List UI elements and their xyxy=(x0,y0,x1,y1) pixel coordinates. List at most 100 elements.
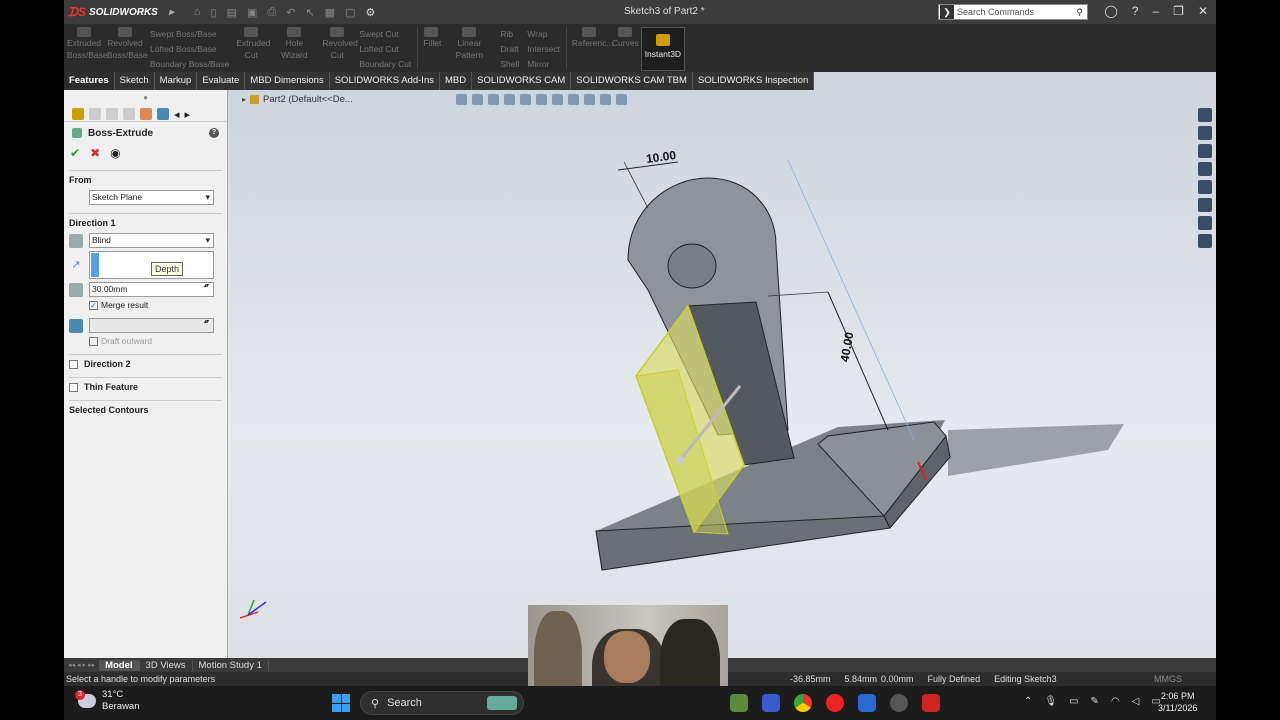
file-explorer-icon[interactable] xyxy=(1198,162,1212,176)
weather-widget[interactable]: 3 31°C Berawan xyxy=(75,689,140,713)
from-select[interactable]: Sketch Plane xyxy=(89,190,214,205)
help-icon[interactable]: ? xyxy=(1132,4,1139,18)
fillet-button[interactable]: Fillet xyxy=(420,27,442,49)
instant3d-button[interactable]: Instant3D xyxy=(640,27,685,71)
extruded-cut-button[interactable]: Extruded Cut xyxy=(233,27,270,61)
tab-mbd-dimensions[interactable]: MBD Dimensions xyxy=(245,72,330,90)
edit-appearance-icon[interactable] xyxy=(584,94,595,105)
view-orientation-icon[interactable] xyxy=(536,94,547,105)
revolved-boss-button[interactable]: Revolved Boss/Base xyxy=(104,27,148,61)
lofted-cut-button[interactable]: Lofted Cut xyxy=(359,42,411,57)
rebuild-icon[interactable]: ▦ xyxy=(325,6,335,19)
custom-properties-icon[interactable] xyxy=(1198,216,1212,230)
undo-icon[interactable]: ↶ xyxy=(286,6,295,19)
merge-result-checkbox[interactable]: ✓ Merge result xyxy=(89,300,222,310)
linear-pattern-button[interactable]: Linear Pattern xyxy=(442,27,496,61)
boundary-boss-button[interactable]: Boundary Boss/Base xyxy=(150,57,229,72)
tab-inspection[interactable]: SOLIDWORKS Inspection xyxy=(693,72,815,90)
boundary-cut-button[interactable]: Boundary Cut xyxy=(359,57,411,72)
revolved-cut-button[interactable]: Revolved Cut xyxy=(319,27,358,61)
hole-wizard-button[interactable]: Hole Wizard xyxy=(269,27,319,61)
tab-motion-study[interactable]: Motion Study 1 xyxy=(193,659,269,671)
direction-selection-box[interactable]: Depth xyxy=(89,251,214,279)
minimize-icon[interactable]: – xyxy=(1152,4,1159,18)
reverse-direction-icon[interactable] xyxy=(69,233,83,248)
configuration-tab-icon[interactable] xyxy=(106,107,118,120)
help-icon[interactable]: ? xyxy=(209,128,219,138)
menu-arrow-icon[interactable]: ▸ xyxy=(169,7,174,18)
feature-tree-tab-icon[interactable] xyxy=(72,107,84,120)
windows-start-icon[interactable] xyxy=(332,694,350,712)
rib-button[interactable]: Rib xyxy=(500,27,519,42)
solidworks-forum-icon[interactable] xyxy=(1198,234,1212,248)
media-player-icon[interactable] xyxy=(826,694,844,712)
tab-markup[interactable]: Markup xyxy=(155,72,198,90)
prev-tab-icon[interactable]: ◂ xyxy=(77,661,81,669)
thin-feature-toggle[interactable]: Thin Feature xyxy=(69,382,222,392)
depth-input[interactable]: 30.00mm xyxy=(89,282,214,297)
new-doc-icon[interactable]: ▯ xyxy=(211,6,217,19)
volume-icon[interactable]: ◁ xyxy=(1132,696,1140,707)
tab-model[interactable]: Model xyxy=(99,659,140,671)
selected-contours-label[interactable]: Selected Contours xyxy=(69,405,222,415)
display-manager-tab-icon[interactable] xyxy=(140,107,152,120)
arrow-right-icon[interactable]: ▸ xyxy=(185,108,191,121)
solidworks-logo[interactable]: ᗪS SOLIDWORKS ▸ xyxy=(68,5,174,20)
search-commands-input[interactable]: ❯ Search Commands ⚲ xyxy=(938,4,1088,20)
hide-show-icon[interactable] xyxy=(568,94,579,105)
cam-tab-icon[interactable] xyxy=(157,107,169,120)
draft-angle-input[interactable] xyxy=(89,318,214,333)
design-library-icon[interactable] xyxy=(1198,144,1212,158)
tab-3d-views[interactable]: 3D Views xyxy=(140,659,193,671)
arrow-left-icon[interactable]: ◂ xyxy=(174,108,180,121)
tab-mbd[interactable]: MBD xyxy=(440,72,473,90)
expand-arrow-icon[interactable]: ▸ xyxy=(242,95,246,104)
store-icon[interactable] xyxy=(762,694,780,712)
curves-button[interactable]: Curves xyxy=(609,27,641,49)
solidworks-taskbar-icon[interactable] xyxy=(922,694,940,712)
feature-tree-flyout[interactable]: ▸ Part2 (Default<<De... xyxy=(242,94,353,105)
mirror-button[interactable]: Mirror xyxy=(527,57,560,72)
property-manager-tab-icon[interactable] xyxy=(89,107,101,120)
graphics-area[interactable] xyxy=(228,90,1216,658)
tab-cam[interactable]: SOLIDWORKS CAM xyxy=(472,72,572,90)
intersect-button[interactable]: Intersect xyxy=(527,42,560,57)
tray-overflow-icon[interactable]: ⌃ xyxy=(1024,696,1032,707)
tab-sketch[interactable]: Sketch xyxy=(115,72,155,90)
microphone-icon[interactable]: 🎙 xyxy=(1044,696,1057,707)
shell-button[interactable]: Shell xyxy=(500,57,519,72)
tab-addins[interactable]: SOLIDWORKS Add-Ins xyxy=(330,72,440,90)
taskbar-search[interactable]: ⚲ Search xyxy=(360,691,524,715)
end-condition-select[interactable]: Blind xyxy=(89,233,214,248)
save-icon[interactable]: ▣ xyxy=(247,6,257,19)
print-icon[interactable]: ⎙ xyxy=(267,6,276,19)
pen-icon[interactable]: ✎ xyxy=(1091,696,1099,707)
resources-icon[interactable] xyxy=(1198,126,1212,140)
settings-gear-icon[interactable] xyxy=(890,694,908,712)
model-view[interactable] xyxy=(228,90,1216,658)
previous-view-icon[interactable] xyxy=(488,94,499,105)
taskbar-clock[interactable]: 2:06 PM 3/11/2026 xyxy=(1158,690,1197,714)
select-icon[interactable]: ↖ xyxy=(305,6,314,19)
handle-knob[interactable] xyxy=(676,456,684,464)
ok-check-icon[interactable]: ✔ xyxy=(70,146,80,160)
camera-icon[interactable]: ▭ xyxy=(1069,696,1078,707)
dynamic-annotation-icon[interactable] xyxy=(520,94,531,105)
chrome-icon[interactable] xyxy=(794,694,812,712)
draft-on-off-icon[interactable] xyxy=(69,318,83,333)
swept-boss-button[interactable]: Swept Boss/Base xyxy=(150,27,229,42)
preview-eye-icon[interactable]: ◉ xyxy=(110,146,120,160)
next-tab-icon[interactable]: ▸ xyxy=(83,661,87,669)
lofted-boss-button[interactable]: Lofted Boss/Base xyxy=(150,42,229,57)
display-style-icon[interactable] xyxy=(552,94,563,105)
wifi-icon[interactable]: ◠ xyxy=(1111,696,1120,707)
home-icon[interactable]: ⌂ xyxy=(194,6,201,19)
panel-grip[interactable]: ● xyxy=(64,90,227,106)
apply-scene-icon[interactable] xyxy=(600,94,611,105)
section-view-icon[interactable] xyxy=(504,94,515,105)
minecraft-icon[interactable] xyxy=(730,694,748,712)
close-icon[interactable]: ✕ xyxy=(1198,4,1208,18)
units-selector[interactable]: MMGS xyxy=(1154,674,1182,684)
restore-icon[interactable]: ❐ xyxy=(1173,4,1184,18)
tab-evaluate[interactable]: Evaluate xyxy=(197,72,246,90)
